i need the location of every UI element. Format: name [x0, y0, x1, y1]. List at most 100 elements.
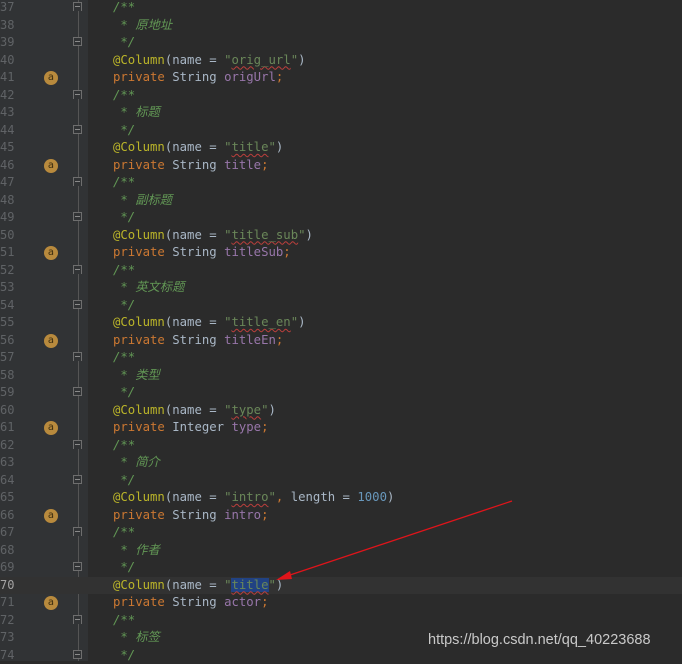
fold-collapse-icon[interactable]: [73, 352, 82, 361]
fold-collapse-icon[interactable]: [73, 440, 82, 449]
javadoc-text: * 英文标题: [113, 280, 184, 294]
javadoc-text: * 作者: [113, 543, 160, 557]
string-quote: ": [269, 140, 276, 154]
line-number: 41: [0, 69, 14, 87]
fold-end-icon[interactable]: [73, 562, 82, 571]
javadoc-close: */: [113, 35, 135, 49]
code-content: private String titleSub;: [113, 244, 291, 262]
code-line[interactable]: 46aprivate String title;: [0, 157, 682, 175]
semicolon: ;: [261, 420, 268, 434]
code-line[interactable]: 61aprivate Integer type;: [0, 419, 682, 437]
code-line[interactable]: 44 */: [0, 122, 682, 140]
field-name: titleSub: [224, 245, 283, 259]
field-annotation-gutter-icon[interactable]: a: [44, 509, 58, 523]
fold-collapse-icon[interactable]: [73, 615, 82, 624]
code-line[interactable]: 49 */: [0, 209, 682, 227]
code-line[interactable]: 65@Column(name = "intro", length = 1000): [0, 489, 682, 507]
code-line[interactable]: 52/**: [0, 262, 682, 280]
line-number: 69: [0, 559, 14, 577]
semicolon: ;: [261, 158, 268, 172]
code-line[interactable]: 47/**: [0, 174, 682, 192]
line-number: 73: [0, 629, 14, 647]
code-content: private String titleEn;: [113, 332, 283, 350]
code-line[interactable]: 50@Column(name = "title_sub"): [0, 227, 682, 245]
code-line[interactable]: 68 * 作者: [0, 542, 682, 560]
code-line[interactable]: 42/**: [0, 87, 682, 105]
code-line[interactable]: 60@Column(name = "type"): [0, 402, 682, 420]
code-line[interactable]: 67/**: [0, 524, 682, 542]
code-line[interactable]: 58 * 类型: [0, 367, 682, 385]
code-content: /**: [113, 174, 135, 192]
fold-collapse-icon[interactable]: [73, 90, 82, 99]
annotation-param: (name =: [165, 140, 224, 154]
code-line[interactable]: 70@Column(name = "title"): [0, 577, 682, 595]
fold-end-icon[interactable]: [73, 125, 82, 134]
line-number: 49: [0, 209, 14, 227]
fold-collapse-icon[interactable]: [73, 527, 82, 536]
code-line[interactable]: 37 /**: [0, 0, 682, 17]
modifier-keyword: private: [113, 595, 172, 609]
field-annotation-gutter-icon[interactable]: a: [44, 246, 58, 260]
code-line[interactable]: 38 * 原地址: [0, 17, 682, 35]
fold-collapse-icon[interactable]: [73, 265, 82, 274]
field-type: String: [172, 508, 224, 522]
field-annotation-gutter-icon[interactable]: a: [44, 159, 58, 173]
code-line[interactable]: 64 */: [0, 472, 682, 490]
field-annotation-gutter-icon[interactable]: a: [44, 71, 58, 85]
field-annotation-gutter-icon[interactable]: a: [44, 334, 58, 348]
javadoc-open: /**: [113, 0, 135, 14]
code-line[interactable]: 72/**: [0, 612, 682, 630]
modifier-keyword: private: [113, 245, 172, 259]
code-content: private String origUrl;: [113, 69, 283, 87]
code-line[interactable]: 39 */: [0, 34, 682, 52]
code-line[interactable]: 53 * 英文标题: [0, 279, 682, 297]
comma: ,: [276, 490, 291, 504]
code-line[interactable]: 55@Column(name = "title_en"): [0, 314, 682, 332]
code-content: */: [113, 384, 135, 402]
code-content: * 标题: [113, 104, 160, 122]
line-number: 70: [0, 577, 14, 595]
fold-end-icon[interactable]: [73, 650, 82, 659]
code-line[interactable]: 63 * 简介: [0, 454, 682, 472]
fold-end-icon[interactable]: [73, 212, 82, 221]
column-annotation: @Column: [113, 228, 165, 242]
code-line[interactable]: 74 */: [0, 647, 682, 664]
code-content: * 原地址: [113, 17, 172, 35]
code-editor[interactable]: 37 /** 38 * 原地址39 */40@Column(name = "orig…: [0, 0, 682, 664]
field-type: String: [172, 158, 224, 172]
code-line[interactable]: 41 a private String origUrl;: [0, 69, 682, 87]
code-content: * 类型: [113, 367, 160, 385]
code-line[interactable]: 48 * 副标题: [0, 192, 682, 210]
field-annotation-gutter-icon[interactable]: a: [44, 421, 58, 435]
line-number: 37: [0, 0, 14, 17]
code-line[interactable]: 51aprivate String titleSub;: [0, 244, 682, 262]
code-content: */: [113, 297, 135, 315]
code-line[interactable]: 54 */: [0, 297, 682, 315]
code-content: */: [113, 472, 135, 490]
fold-end-icon[interactable]: [73, 300, 82, 309]
fold-end-icon[interactable]: [73, 475, 82, 484]
fold-end-icon[interactable]: [73, 37, 82, 46]
code-line[interactable]: 56aprivate String titleEn;: [0, 332, 682, 350]
code-line[interactable]: 57/**: [0, 349, 682, 367]
code-line[interactable]: 71aprivate String actor;: [0, 594, 682, 612]
code-line[interactable]: 45@Column(name = "title"): [0, 139, 682, 157]
semicolon: ;: [276, 333, 283, 347]
column-annotation: @Column: [113, 315, 165, 329]
javadoc-close: */: [113, 298, 135, 312]
code-content: @Column(name = "title_en"): [113, 314, 306, 332]
field-type: Integer: [172, 420, 231, 434]
code-line[interactable]: 43 * 标题: [0, 104, 682, 122]
fold-collapse-icon[interactable]: [73, 177, 82, 186]
fold-end-icon[interactable]: [73, 387, 82, 396]
field-type: String: [172, 595, 224, 609]
semicolon: ;: [261, 508, 268, 522]
line-number: 54: [0, 297, 14, 315]
code-line[interactable]: 40@Column(name = "orig_url"): [0, 52, 682, 70]
code-line[interactable]: 69 */: [0, 559, 682, 577]
code-line[interactable]: 62/**: [0, 437, 682, 455]
code-line[interactable]: 66aprivate String intro;: [0, 507, 682, 525]
code-line[interactable]: 59 */: [0, 384, 682, 402]
field-annotation-gutter-icon[interactable]: a: [44, 596, 58, 610]
fold-collapse-icon[interactable]: [73, 2, 82, 11]
